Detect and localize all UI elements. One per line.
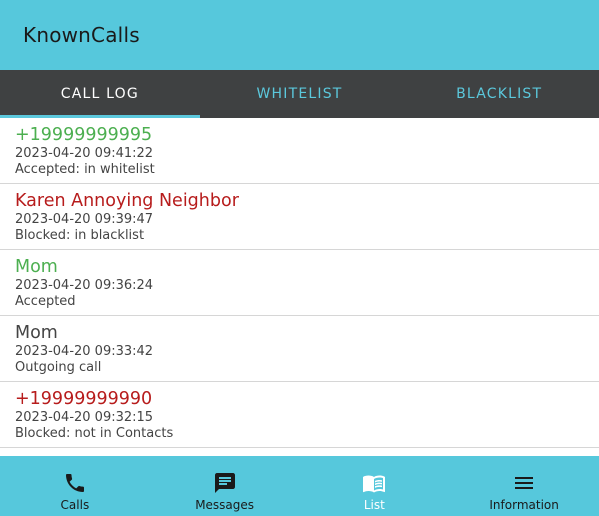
app-bar: KnownCalls bbox=[0, 0, 599, 70]
tab-bar: CALL LOG WHITELIST BLACKLIST bbox=[0, 70, 599, 118]
caller-name: Karen Annoying Neighbor bbox=[15, 191, 239, 211]
call-status: Outgoing call bbox=[15, 360, 102, 375]
tab-call-log[interactable]: CALL LOG bbox=[0, 70, 200, 118]
call-log-item[interactable]: Karen Annoying Neighbor 2023-04-20 09:39… bbox=[0, 184, 599, 250]
nav-calls[interactable]: Calls bbox=[0, 456, 150, 516]
caller-name: +19999999995 bbox=[15, 125, 153, 145]
tab-call-log-label: CALL LOG bbox=[60, 86, 139, 102]
bottom-nav: Calls Messages List Information bbox=[0, 456, 599, 516]
call-status: Blocked: in blacklist bbox=[15, 228, 145, 243]
call-timestamp: 2023-04-20 09:32:15 bbox=[15, 410, 154, 425]
nav-messages-label: Messages bbox=[195, 498, 255, 512]
nav-information[interactable]: Information bbox=[449, 456, 599, 516]
nav-information-label: Information bbox=[489, 498, 559, 512]
call-status: Accepted bbox=[15, 294, 76, 309]
call-timestamp: 2023-04-20 09:33:42 bbox=[15, 344, 154, 359]
call-timestamp: 2023-04-20 09:41:22 bbox=[15, 146, 154, 161]
phone-icon bbox=[65, 474, 84, 492]
app-title: KnownCalls bbox=[23, 23, 140, 47]
tab-whitelist[interactable]: WHITELIST bbox=[200, 70, 400, 118]
tab-whitelist-label: WHITELIST bbox=[256, 86, 343, 102]
call-status: Accepted: in whitelist bbox=[15, 162, 155, 177]
nav-list[interactable]: List bbox=[300, 456, 450, 516]
menu-icon bbox=[515, 477, 534, 489]
tab-blacklist-label: BLACKLIST bbox=[456, 86, 543, 102]
nav-messages[interactable]: Messages bbox=[150, 456, 300, 516]
caller-name: +19999999990 bbox=[15, 389, 153, 409]
call-log-item[interactable]: +19999999990 2023-04-20 09:32:15 Blocked… bbox=[0, 382, 599, 448]
call-log-list[interactable]: +19999999995 2023-04-20 09:41:22 Accepte… bbox=[0, 118, 599, 456]
call-log-item[interactable]: +19999999995 2023-04-20 09:41:22 Accepte… bbox=[0, 118, 599, 184]
call-timestamp: 2023-04-20 09:39:47 bbox=[15, 212, 154, 227]
call-status: Blocked: not in Contacts bbox=[15, 426, 174, 441]
call-log-item[interactable]: Mom 2023-04-20 09:36:24 Accepted bbox=[0, 250, 599, 316]
message-icon bbox=[214, 473, 235, 493]
call-timestamp: 2023-04-20 09:36:24 bbox=[15, 278, 154, 293]
nav-calls-label: Calls bbox=[60, 498, 90, 512]
tab-blacklist[interactable]: BLACKLIST bbox=[399, 70, 599, 118]
nav-list-label: List bbox=[363, 498, 385, 512]
caller-name: Mom bbox=[15, 257, 58, 277]
book-icon bbox=[363, 475, 386, 493]
caller-name: Mom bbox=[15, 323, 58, 343]
call-log-item[interactable]: Mom 2023-04-20 09:33:42 Outgoing call bbox=[0, 316, 599, 382]
